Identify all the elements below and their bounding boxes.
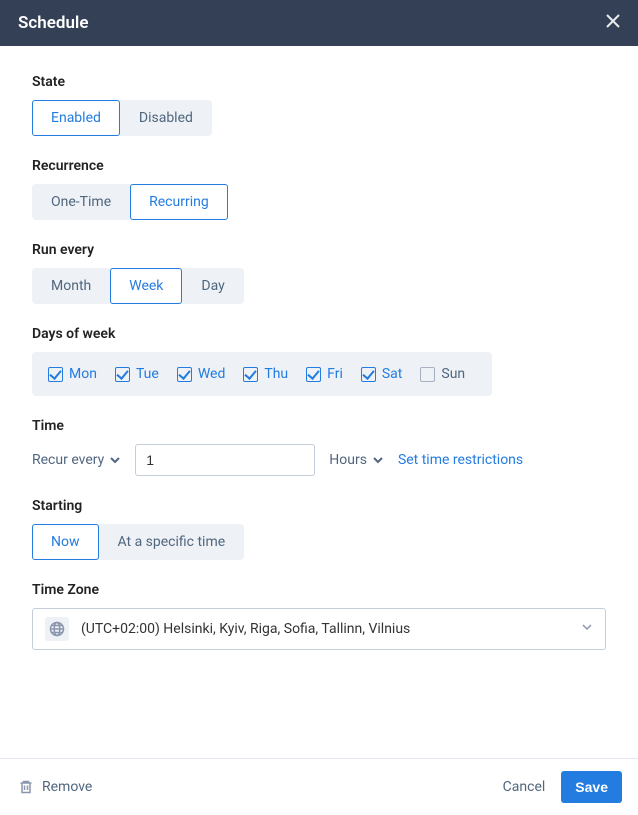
timezone-left: (UTC+02:00) Helsinki, Kyiv, Riga, Sofia,…: [45, 617, 410, 641]
recurrence-onetime-button[interactable]: One-Time: [32, 184, 130, 220]
recur-every-dropdown[interactable]: Recur every: [32, 452, 121, 468]
day-label: Sat: [382, 366, 403, 382]
days-section: Days of week Mon Tue Wed Thu Fri Sat Sun: [32, 326, 606, 396]
checkbox-icon: [115, 367, 130, 382]
time-label: Time: [32, 418, 606, 434]
day-sun[interactable]: Sun: [420, 366, 465, 382]
trash-icon: [18, 779, 34, 795]
day-mon[interactable]: Mon: [48, 366, 97, 382]
dialog-footer: Remove Cancel Save: [0, 758, 638, 815]
footer-right: Cancel Save: [501, 771, 622, 803]
day-label: Sun: [441, 366, 465, 382]
checkbox-icon: [48, 367, 63, 382]
state-enabled-button[interactable]: Enabled: [32, 100, 120, 136]
cancel-button[interactable]: Cancel: [501, 771, 548, 803]
run-every-day-button[interactable]: Day: [182, 268, 243, 304]
state-label: State: [32, 74, 606, 90]
recur-value-input[interactable]: [135, 444, 315, 476]
recurrence-recurring-button[interactable]: Recurring: [130, 184, 228, 220]
time-restrictions-link[interactable]: Set time restrictions: [398, 452, 523, 468]
checkbox-icon: [361, 367, 376, 382]
state-toggle-group: Enabled Disabled: [32, 100, 212, 136]
chevron-down-icon: [581, 621, 593, 637]
day-thu[interactable]: Thu: [243, 366, 288, 382]
day-label: Thu: [264, 366, 288, 382]
day-sat[interactable]: Sat: [361, 366, 403, 382]
starting-toggle-group: Now At a specific time: [32, 524, 244, 560]
starting-specific-button[interactable]: At a specific time: [99, 524, 245, 560]
day-wed[interactable]: Wed: [177, 366, 226, 382]
remove-button[interactable]: Remove: [16, 773, 94, 801]
run-every-label: Run every: [32, 242, 606, 258]
state-section: State Enabled Disabled: [32, 74, 606, 136]
checkbox-icon: [177, 367, 192, 382]
days-row: Mon Tue Wed Thu Fri Sat Sun: [32, 352, 492, 396]
state-disabled-button[interactable]: Disabled: [120, 100, 212, 136]
dialog-header: Schedule: [0, 0, 638, 46]
chevron-down-icon: [372, 454, 384, 466]
globe-icon: [45, 617, 69, 641]
day-label: Mon: [69, 366, 97, 382]
timezone-label: Time Zone: [32, 582, 606, 598]
run-every-month-button[interactable]: Month: [32, 268, 110, 304]
time-section: Time Recur every Hours Set time restrict…: [32, 418, 606, 476]
days-label: Days of week: [32, 326, 606, 342]
day-label: Tue: [136, 366, 159, 382]
starting-now-button[interactable]: Now: [32, 524, 99, 560]
recurrence-section: Recurrence One-Time Recurring: [32, 158, 606, 220]
checkbox-icon: [420, 367, 435, 382]
recurrence-toggle-group: One-Time Recurring: [32, 184, 228, 220]
unit-label: Hours: [329, 452, 367, 468]
starting-label: Starting: [32, 498, 606, 514]
day-label: Wed: [198, 366, 226, 382]
unit-dropdown[interactable]: Hours: [329, 452, 384, 468]
starting-section: Starting Now At a specific time: [32, 498, 606, 560]
close-icon[interactable]: [606, 14, 620, 32]
timezone-section: Time Zone (UTC+02:00) Helsinki, Kyiv, Ri…: [32, 582, 606, 650]
run-every-toggle-group: Month Week Day: [32, 268, 244, 304]
run-every-section: Run every Month Week Day: [32, 242, 606, 304]
chevron-down-icon: [109, 454, 121, 466]
timezone-select[interactable]: (UTC+02:00) Helsinki, Kyiv, Riga, Sofia,…: [32, 608, 606, 650]
day-label: Fri: [327, 366, 343, 382]
day-fri[interactable]: Fri: [306, 366, 343, 382]
time-row: Recur every Hours Set time restrictions: [32, 444, 606, 476]
timezone-value: (UTC+02:00) Helsinki, Kyiv, Riga, Sofia,…: [81, 621, 410, 637]
recurrence-label: Recurrence: [32, 158, 606, 174]
save-button[interactable]: Save: [561, 771, 622, 803]
recur-every-label: Recur every: [32, 452, 104, 468]
remove-label: Remove: [42, 779, 92, 795]
run-every-week-button[interactable]: Week: [110, 268, 182, 304]
page-title: Schedule: [18, 13, 89, 33]
checkbox-icon: [306, 367, 321, 382]
checkbox-icon: [243, 367, 258, 382]
dialog-body: State Enabled Disabled Recurrence One-Ti…: [0, 46, 638, 758]
day-tue[interactable]: Tue: [115, 366, 159, 382]
